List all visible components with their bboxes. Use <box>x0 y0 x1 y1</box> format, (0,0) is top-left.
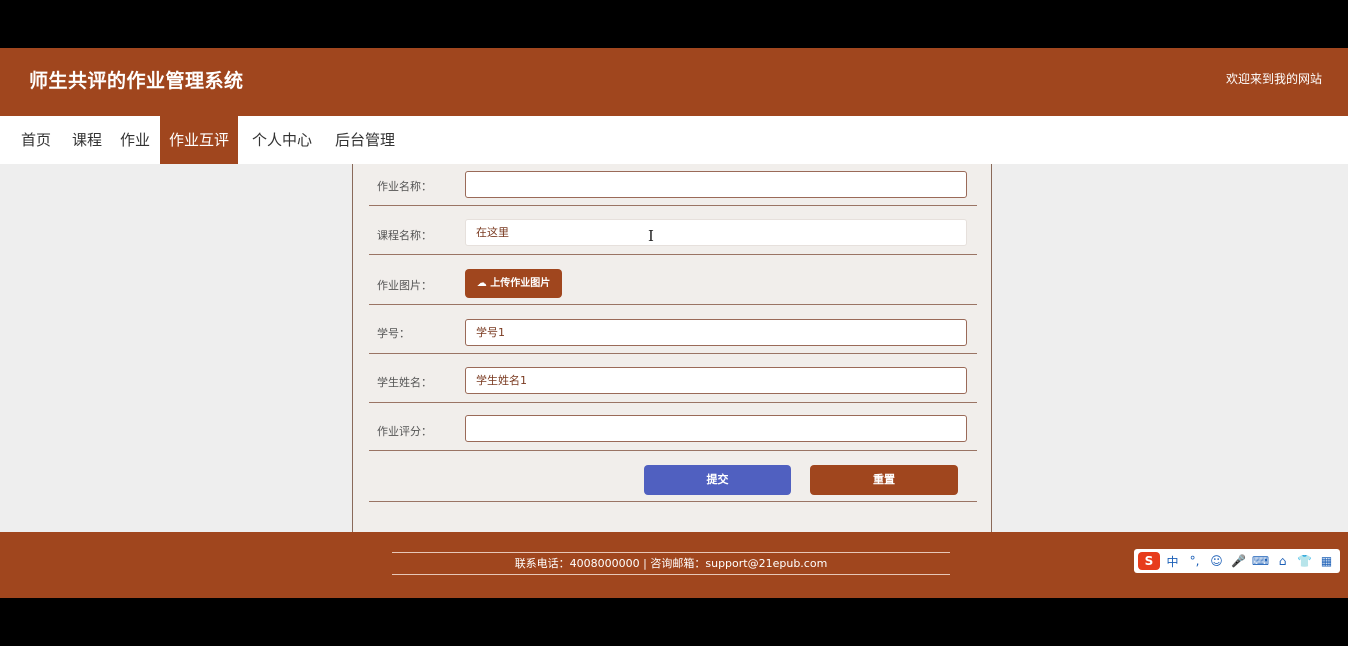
ime-toolbar[interactable]: S 中 °, ☺ 🎤 ⌨ ⌂ 👕 ▦ <box>1134 549 1340 573</box>
homework-score-label: 作业评分： <box>377 425 432 438</box>
site-footer: 联系电话：4008000000 | 咨询邮箱：support@21epub.co… <box>0 532 1348 598</box>
course-name-input[interactable]: 在这里 I <box>465 219 967 246</box>
sogou-logo-icon[interactable]: S <box>1138 552 1160 570</box>
nav-homework[interactable]: 作业 <box>120 116 150 164</box>
upload-image-button[interactable]: ☁ 上传作业图片 <box>465 269 562 298</box>
toolbox-icon[interactable]: ⌂ <box>1273 554 1292 568</box>
nav-courses[interactable]: 课程 <box>72 116 102 164</box>
course-name-label: 课程名称： <box>377 229 432 242</box>
skin-icon[interactable]: 👕 <box>1295 554 1314 568</box>
footer-divider-bottom <box>392 574 950 575</box>
student-id-input[interactable]: 学号1 <box>465 319 967 346</box>
upload-image-label: 上传作业图片 <box>490 278 551 289</box>
form-row-course-name: 课程名称： 在这里 I <box>369 206 977 255</box>
course-name-value: 在这里 <box>476 226 509 239</box>
main-nav: 首页 课程 作业 作业互评 个人中心 后台管理 <box>0 116 1348 164</box>
student-name-label: 学生姓名： <box>377 376 432 389</box>
cloud-upload-icon: ☁ <box>476 278 491 289</box>
homework-name-input[interactable] <box>465 171 967 198</box>
footer-contact: 联系电话：4008000000 | 咨询邮箱：support@21epub.co… <box>514 557 828 570</box>
form-row-homework-name: 作业名称： <box>369 164 977 206</box>
form-row-student-id: 学号： 学号1 <box>369 305 977 354</box>
site-title: 师生共评的作业管理系统 <box>29 70 244 92</box>
site-header: 师生共评的作业管理系统 欢迎来到我的网站 <box>0 48 1348 116</box>
welcome-text: 欢迎来到我的网站 <box>1225 72 1322 86</box>
form-panel: 作业名称： 课程名称： 在这里 I 作业图片： ☁ 上传作业图片 学号： 学号1… <box>352 164 992 570</box>
homework-score-input[interactable] <box>465 415 967 442</box>
form-row-homework-image: 作业图片： ☁ 上传作业图片 <box>369 255 977 305</box>
footer-divider-top <box>392 552 950 553</box>
browser-viewport: 师生共评的作业管理系统 欢迎来到我的网站 首页 课程 作业 作业互评 个人中心 … <box>0 48 1348 598</box>
emoji-icon[interactable]: ☺ <box>1207 554 1226 568</box>
form-row-student-name: 学生姓名： 学生姓名1 <box>369 354 977 403</box>
microphone-icon[interactable]: 🎤 <box>1229 554 1248 568</box>
homework-name-label: 作业名称： <box>377 180 432 193</box>
student-id-label: 学号： <box>377 327 410 340</box>
punctuation-icon[interactable]: °, <box>1185 554 1204 568</box>
keyboard-icon[interactable]: ⌨ <box>1251 554 1270 568</box>
menu-grid-icon[interactable]: ▦ <box>1317 554 1336 568</box>
text-cursor-icon: I <box>648 227 654 245</box>
form-row-homework-score: 作业评分： <box>369 403 977 451</box>
form-row-actions <box>369 451 977 502</box>
student-name-input[interactable]: 学生姓名1 <box>465 367 967 394</box>
nav-home[interactable]: 首页 <box>21 116 51 164</box>
homework-image-label: 作业图片： <box>377 279 432 292</box>
nav-personal-center[interactable]: 个人中心 <box>252 116 312 164</box>
nav-admin[interactable]: 后台管理 <box>335 116 395 164</box>
nav-peer-review[interactable]: 作业互评 <box>160 116 239 164</box>
chinese-mode-icon[interactable]: 中 <box>1163 553 1182 570</box>
